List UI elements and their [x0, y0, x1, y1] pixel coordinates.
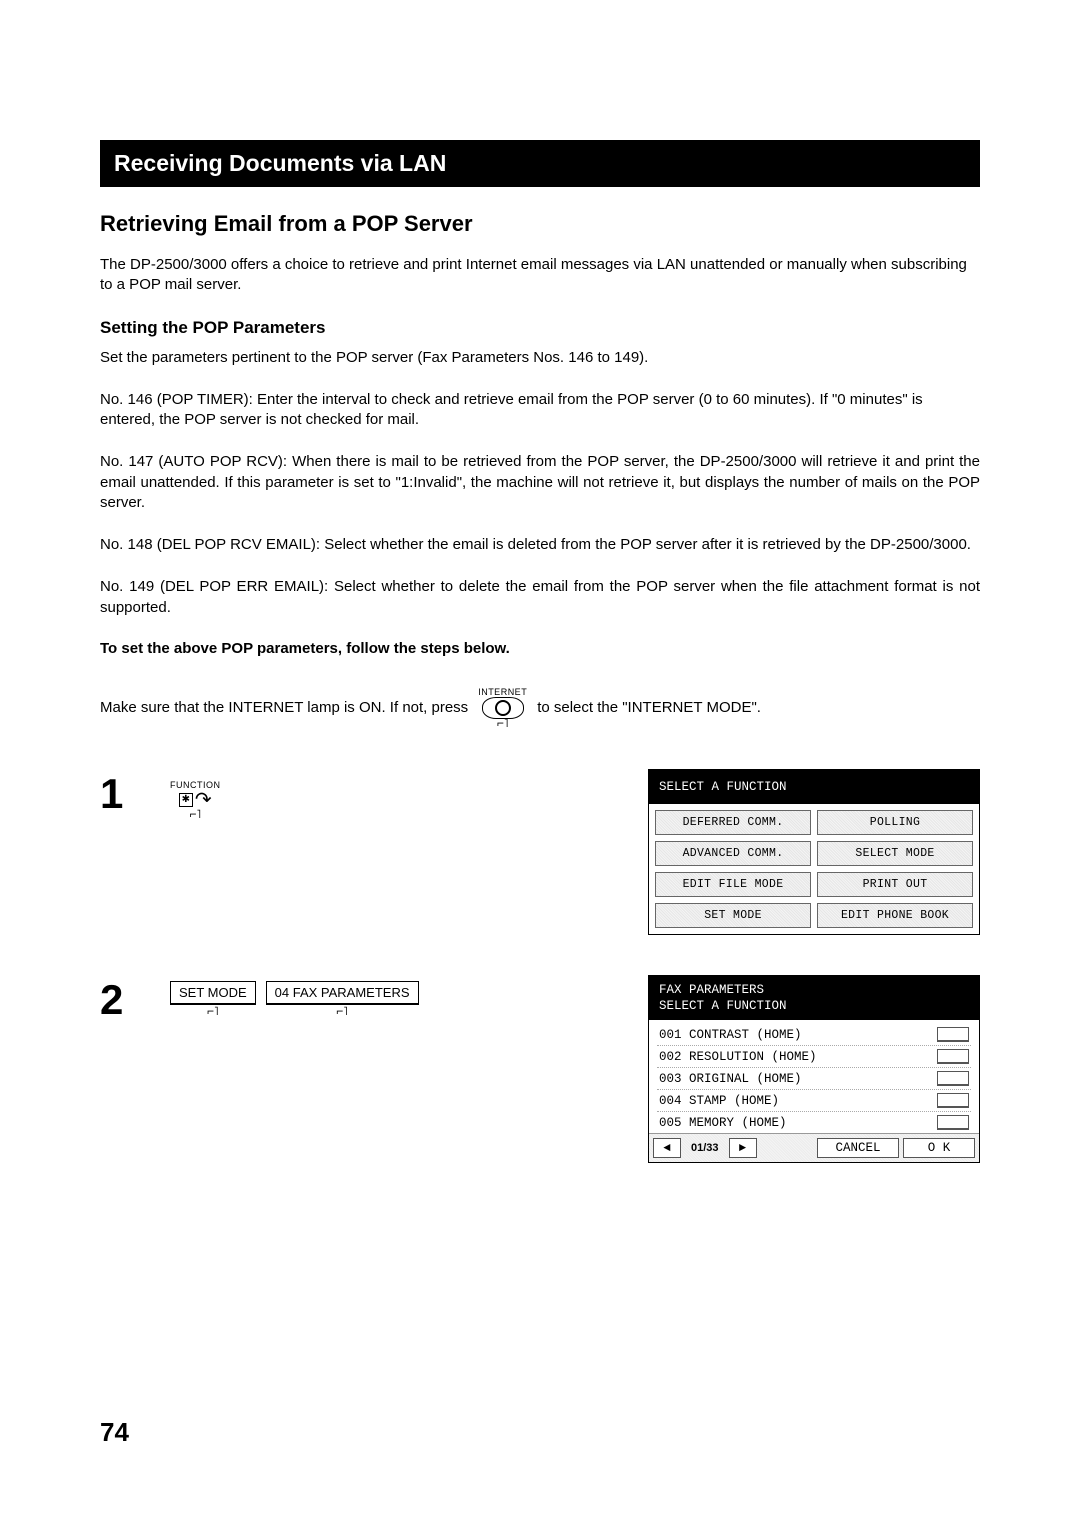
- main-heading: Retrieving Email from a POP Server: [100, 211, 980, 237]
- cancel-button[interactable]: CANCEL: [817, 1138, 899, 1158]
- lcd-btn-polling[interactable]: POLLING: [817, 810, 973, 835]
- paragraph-4: No. 148 (DEL POP RCV EMAIL): Select whet…: [100, 535, 980, 555]
- paragraph-2: No. 146 (POP TIMER): Enter the interval …: [100, 390, 980, 431]
- step-1-action: FUNCTION ✱ ↷ ⌐˥: [170, 769, 550, 820]
- step-1: 1 FUNCTION ✱ ↷ ⌐˥ SELECT A FUNCTION DEFE…: [100, 769, 980, 935]
- step-2-action: SET MODE ⌐˥ 04 FAX PARAMETERS ⌐˥: [170, 975, 550, 1017]
- step-number-1: 1: [100, 769, 170, 815]
- bold-instruction: To set the above POP parameters, follow …: [100, 640, 980, 657]
- param-label: 002 RESOLUTION (HOME): [659, 1050, 929, 1064]
- section-title-bar: Receiving Documents via LAN: [100, 140, 980, 187]
- param-label: 003 ORIGINAL (HOME): [659, 1072, 929, 1086]
- paragraph-3: No. 147 (AUTO POP RCV): When there is ma…: [100, 452, 980, 513]
- param-value-box: [937, 1115, 969, 1130]
- step-number-2: 2: [100, 975, 170, 1021]
- press-hand-icon: ⌐˥: [207, 1005, 219, 1017]
- globe-icon: [482, 697, 524, 719]
- internet-button[interactable]: INTERNET ⌐˥: [478, 687, 527, 729]
- lcd-btn-print-out[interactable]: PRINT OUT: [817, 872, 973, 897]
- instr-before: Make sure that the INTERNET lamp is ON. …: [100, 699, 468, 716]
- param-value-box: [937, 1093, 969, 1108]
- lcd-btn-advanced-comm[interactable]: ADVANCED COMM.: [655, 841, 811, 866]
- lcd2-header-line1: FAX PARAMETERS: [659, 982, 969, 998]
- internet-label: INTERNET: [478, 687, 527, 697]
- press-hand-icon: ⌐˥: [336, 1005, 348, 1017]
- lcd-btn-select-mode[interactable]: SELECT MODE: [817, 841, 973, 866]
- fax-parameters-button[interactable]: 04 FAX PARAMETERS: [266, 981, 419, 1005]
- lcd2-header: FAX PARAMETERS SELECT A FUNCTION: [649, 976, 979, 1021]
- param-label: 004 STAMP (HOME): [659, 1094, 929, 1108]
- lcd-btn-set-mode[interactable]: SET MODE: [655, 903, 811, 928]
- param-row-004[interactable]: 004 STAMP (HOME): [657, 1090, 971, 1112]
- step-2: 2 SET MODE ⌐˥ 04 FAX PARAMETERS ⌐˥ FAX P…: [100, 975, 980, 1164]
- intro-paragraph: The DP-2500/3000 offers a choice to retr…: [100, 255, 980, 296]
- star-key-icon: ✱: [179, 793, 193, 807]
- param-value-box: [937, 1049, 969, 1064]
- param-label: 001 CONTRAST (HOME): [659, 1028, 929, 1042]
- lcd-btn-edit-phone-book[interactable]: EDIT PHONE BOOK: [817, 903, 973, 928]
- set-mode-button[interactable]: SET MODE: [170, 981, 256, 1005]
- paragraph-5: No. 149 (DEL POP ERR EMAIL): Select whet…: [100, 577, 980, 618]
- lcd1-header: SELECT A FUNCTION: [649, 770, 979, 804]
- param-row-002[interactable]: 002 RESOLUTION (HOME): [657, 1046, 971, 1068]
- param-value-box: [937, 1071, 969, 1086]
- lcd1-header-text: SELECT A FUNCTION: [659, 779, 969, 795]
- sub-heading: Setting the POP Parameters: [100, 318, 980, 338]
- prev-page-button[interactable]: ◄: [653, 1138, 681, 1158]
- manual-page: Receiving Documents via LAN Retrieving E…: [0, 0, 1080, 1528]
- press-hand-icon: ⌐˥: [189, 808, 201, 820]
- param-value-box: [937, 1027, 969, 1042]
- lcd2-header-line2: SELECT A FUNCTION: [659, 998, 969, 1014]
- paragraph-1: Set the parameters pertinent to the POP …: [100, 348, 980, 368]
- page-number: 74: [100, 1417, 129, 1448]
- lcd-panel-1: SELECT A FUNCTION DEFERRED COMM. POLLING…: [648, 769, 980, 935]
- lcd-btn-deferred-comm[interactable]: DEFERRED COMM.: [655, 810, 811, 835]
- param-row-001[interactable]: 001 CONTRAST (HOME): [657, 1024, 971, 1046]
- lcd2-footer: ◄ 01/33 ► CANCEL O K: [649, 1133, 979, 1162]
- internet-mode-instruction: Make sure that the INTERNET lamp is ON. …: [100, 687, 980, 729]
- ok-button[interactable]: O K: [903, 1138, 975, 1158]
- function-button[interactable]: FUNCTION ✱ ↷ ⌐˥: [170, 780, 221, 820]
- param-label: 005 MEMORY (HOME): [659, 1116, 929, 1130]
- page-indicator: 01/33: [685, 1138, 725, 1158]
- param-row-005[interactable]: 005 MEMORY (HOME): [657, 1112, 971, 1133]
- lcd-panel-2: FAX PARAMETERS SELECT A FUNCTION 001 CON…: [648, 975, 980, 1164]
- param-row-003[interactable]: 003 ORIGINAL (HOME): [657, 1068, 971, 1090]
- next-page-button[interactable]: ►: [729, 1138, 757, 1158]
- lcd-btn-edit-file-mode[interactable]: EDIT FILE MODE: [655, 872, 811, 897]
- instr-after: to select the "INTERNET MODE".: [537, 699, 761, 716]
